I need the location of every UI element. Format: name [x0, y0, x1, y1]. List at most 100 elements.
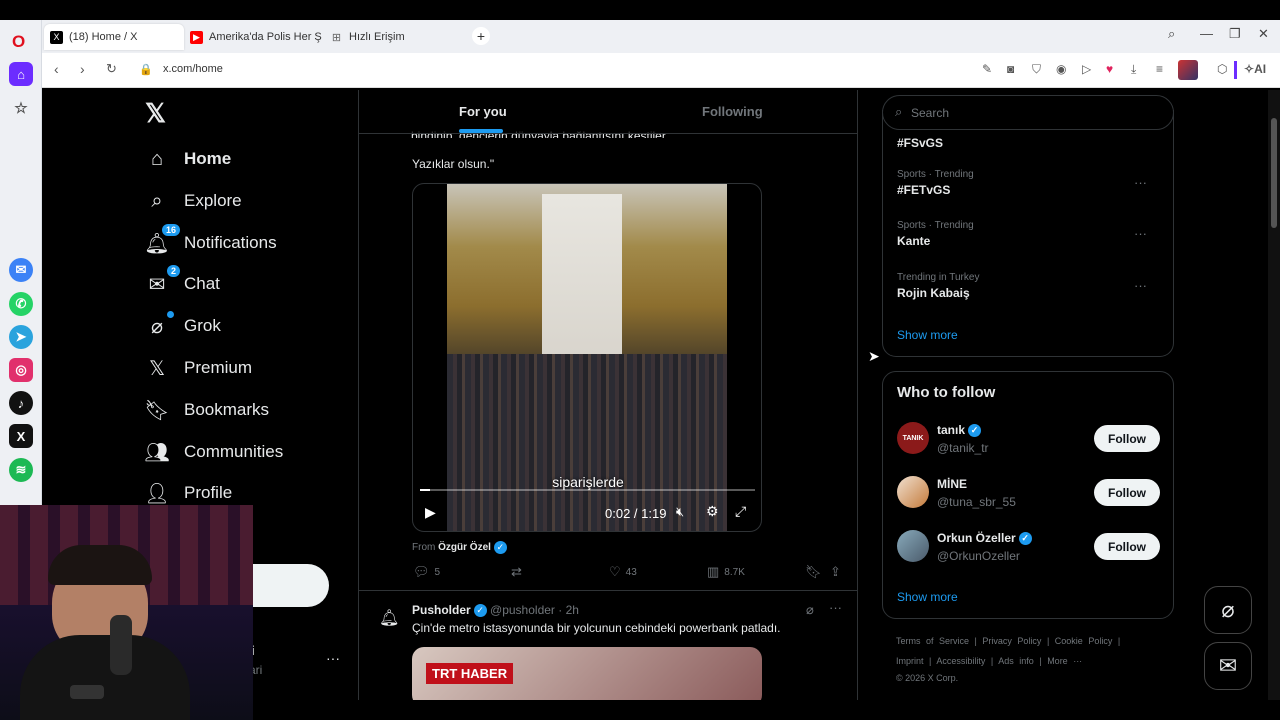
- follow-show-more[interactable]: Show more: [897, 590, 958, 604]
- profile-avatar[interactable]: [1178, 60, 1198, 80]
- star-icon[interactable]: ☆: [9, 96, 33, 120]
- views-button[interactable]: ▥ 8.7K: [707, 564, 745, 580]
- nav-grok[interactable]: ⌀ Grok: [144, 306, 221, 346]
- nav-explore[interactable]: ⌕ Explore: [144, 181, 241, 221]
- source-name[interactable]: Özgür Özel: [438, 542, 491, 553]
- whatsapp-icon[interactable]: ✆: [9, 292, 33, 316]
- avatar[interactable]: [897, 530, 929, 562]
- trend-tag: Kante: [897, 234, 931, 248]
- mute-icon[interactable]: 🔇︎: [676, 504, 684, 520]
- reply-button[interactable]: 💬︎ 5: [413, 564, 440, 580]
- grok-icon[interactable]: ⌀: [806, 602, 814, 618]
- page-scrollbar[interactable]: [1268, 90, 1280, 700]
- reply-icon: 💬︎: [413, 564, 430, 579]
- nav-communities[interactable]: 👥︎ Communities: [144, 432, 283, 472]
- messages-fab-icon[interactable]: ✉: [1204, 642, 1252, 690]
- post2-author[interactable]: Pusholder: [412, 603, 471, 617]
- trend-item[interactable]: Sports · Trending Kante ···: [897, 220, 1161, 248]
- footer-link[interactable]: Terms of Service: [896, 636, 969, 646]
- video-player[interactable]: siparişlerde ▶ 0:02 / 1:19 🔇︎ ⚙ ⤢: [412, 183, 762, 532]
- divider: [1234, 61, 1237, 79]
- shield-icon[interactable]: ⛉: [1032, 62, 1041, 77]
- opera-logo-icon[interactable]: O: [12, 32, 25, 52]
- tab-speed-dial[interactable]: ⊞ Hızlı Erişim: [324, 24, 434, 50]
- ai-button[interactable]: ✧AI: [1244, 62, 1266, 76]
- video-progress-track[interactable]: [420, 489, 755, 491]
- restore-icon[interactable]: ❐: [1229, 26, 1241, 42]
- trend-item[interactable]: Trending in Turkey Rojin Kabaiş ···: [897, 272, 1161, 300]
- grok-fab-icon[interactable]: ⌀: [1204, 586, 1252, 634]
- tab-following[interactable]: Following: [702, 104, 763, 119]
- post2-image[interactable]: TRT HABER: [412, 647, 762, 700]
- more-icon[interactable]: ···: [1134, 226, 1147, 241]
- tiktok-icon[interactable]: ♪: [9, 391, 33, 415]
- footer-more-link[interactable]: More ···: [1047, 656, 1082, 666]
- post2-text: Çin'de metro istasyonunda bir yolcunun c…: [412, 621, 781, 635]
- home-icon[interactable]: ⌂: [9, 62, 33, 86]
- trend-item[interactable]: Sports · Trending #FETvGS ···: [897, 169, 1161, 197]
- scrollbar-thumb[interactable]: [1271, 118, 1277, 228]
- nav-premium[interactable]: 𝕏 Premium: [144, 348, 252, 388]
- play-icon[interactable]: ▷: [1082, 62, 1091, 76]
- tab-x-home[interactable]: X (18) Home / X: [44, 24, 184, 50]
- nav-notifications[interactable]: 🔔︎ 16 Notifications: [144, 223, 277, 263]
- menu-icon[interactable]: ≡: [1156, 62, 1163, 76]
- follow-button[interactable]: Follow: [1094, 479, 1160, 506]
- new-tab-button[interactable]: +: [472, 27, 490, 45]
- url-field[interactable]: x.com/home: [163, 63, 223, 75]
- follow-button[interactable]: Follow: [1094, 533, 1160, 560]
- footer-link[interactable]: Ads info: [998, 656, 1034, 666]
- follow-user-name[interactable]: MİNE: [937, 477, 967, 491]
- trends-show-more[interactable]: Show more: [897, 328, 958, 342]
- post2-more-icon[interactable]: ···: [829, 600, 842, 615]
- account-more-icon[interactable]: ···: [326, 650, 340, 666]
- post2-handle[interactable]: @pusholder: [490, 603, 555, 617]
- more-icon[interactable]: ···: [1134, 278, 1147, 293]
- spotify-icon[interactable]: ≋: [9, 458, 33, 482]
- fullscreen-icon[interactable]: ⤢: [735, 503, 746, 520]
- tab-for-you[interactable]: For you: [459, 104, 507, 119]
- more-icon[interactable]: ···: [1134, 175, 1147, 190]
- search-tabs-icon[interactable]: ⌕: [1168, 26, 1175, 42]
- like-button[interactable]: ♡ 43: [609, 564, 637, 580]
- footer-link[interactable]: Imprint: [896, 656, 924, 666]
- camera-icon[interactable]: ◙: [1007, 62, 1014, 76]
- messenger-icon[interactable]: ✉: [9, 258, 33, 282]
- heart-icon[interactable]: ♥: [1106, 62, 1113, 76]
- reload-icon[interactable]: ↻: [106, 61, 117, 77]
- back-icon[interactable]: ‹: [54, 61, 59, 77]
- tab-youtube[interactable]: ▶ Amerika'da Polis Her Şeyi: [184, 24, 322, 50]
- edit-icon[interactable]: ✎: [982, 62, 992, 76]
- footer-link[interactable]: Accessibility: [936, 656, 985, 666]
- footer-link[interactable]: Cookie Policy: [1055, 636, 1113, 646]
- avatar[interactable]: TANIK: [897, 422, 929, 454]
- vpn-icon[interactable]: ◉: [1056, 62, 1066, 76]
- avatar[interactable]: [897, 476, 929, 508]
- forward-icon[interactable]: ›: [80, 61, 85, 77]
- close-window-icon[interactable]: ✕: [1258, 26, 1269, 42]
- footer-link[interactable]: Privacy Policy: [982, 636, 1041, 646]
- settings-icon[interactable]: ⚙: [706, 503, 719, 520]
- footer-sep: |: [1039, 656, 1042, 666]
- telegram-icon[interactable]: ➤: [9, 325, 33, 349]
- download-icon[interactable]: ⤓: [1131, 62, 1136, 77]
- grok-icon: ⌀: [144, 311, 174, 339]
- share-button[interactable]: ⇪: [830, 564, 846, 580]
- nav-home[interactable]: ⌂ Home: [144, 139, 231, 179]
- follow-user-name[interactable]: Orkun Özeller ✓: [937, 531, 1032, 546]
- box-icon[interactable]: ⬡: [1217, 62, 1227, 76]
- follow-user-name[interactable]: tanık ✓: [937, 423, 982, 438]
- instagram-icon[interactable]: ◎: [9, 358, 33, 382]
- x-app-icon[interactable]: X: [9, 424, 33, 448]
- minimize-icon[interactable]: —: [1200, 26, 1213, 41]
- follow-button[interactable]: Follow: [1094, 425, 1160, 452]
- share-icon: ⇪: [830, 564, 841, 579]
- play-icon[interactable]: ▶: [425, 504, 436, 521]
- trend-item[interactable]: #FSvGS: [897, 133, 1161, 150]
- bookmark-button[interactable]: 🔖︎: [805, 564, 827, 580]
- repost-button[interactable]: ⇄: [511, 564, 527, 580]
- nav-chat[interactable]: ✉ 2 Chat: [144, 264, 220, 304]
- x-logo-icon[interactable]: 𝕏: [145, 98, 166, 129]
- nav-bookmarks[interactable]: 🔖︎ Bookmarks: [144, 390, 269, 430]
- webcam-overlay: [0, 505, 253, 720]
